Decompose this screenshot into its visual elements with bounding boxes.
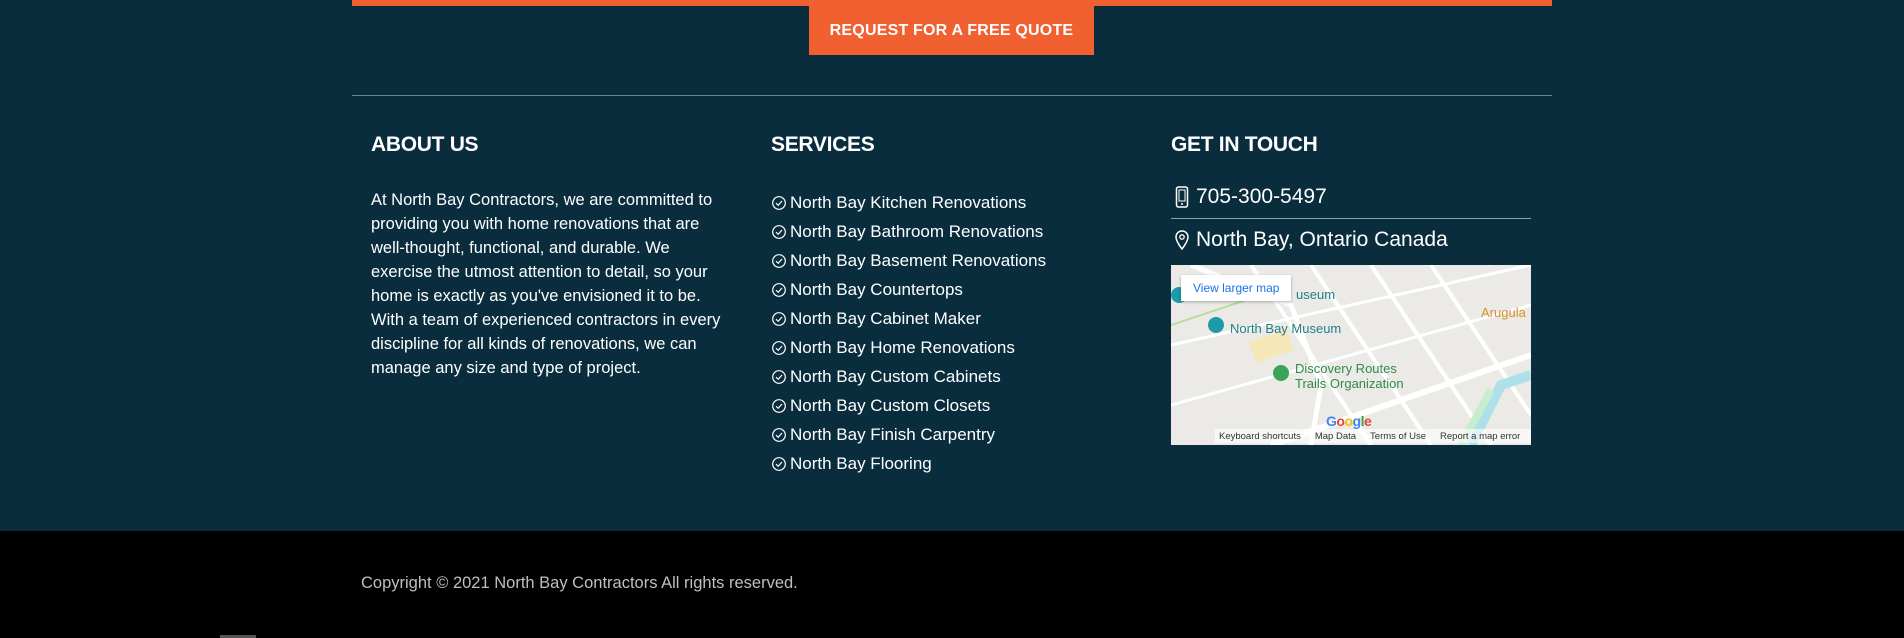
check-circle-icon [772, 253, 786, 268]
divider [352, 95, 1552, 96]
about-text: At North Bay Contractors, we are committ… [371, 191, 721, 377]
about-section: ABOUT US At North Bay Contractors, we ar… [371, 133, 731, 380]
service-link[interactable]: North Bay Bathroom Renovations [771, 217, 1131, 246]
map-pin-icon [1171, 229, 1193, 251]
location-row: North Bay, Ontario Canada [1171, 221, 1531, 259]
map-label-arugula: Arugula [1481, 305, 1526, 320]
check-circle-icon [772, 340, 786, 355]
service-link[interactable]: North Bay Custom Closets [771, 391, 1131, 420]
map-label-discovery-1: Discovery Routes [1295, 361, 1397, 376]
footer-bottom: Copyright © 2021 North Bay Contractors A… [0, 531, 1904, 638]
map-data-link[interactable]: Map Data [1315, 431, 1356, 442]
services-title: SERVICES [771, 133, 875, 156]
map-footer: Keyboard shortcuts Map Data Terms of Use… [1215, 429, 1531, 443]
service-link[interactable]: North Bay Home Renovations [771, 333, 1131, 362]
check-circle-icon [772, 195, 786, 210]
google-logo: Google [1326, 413, 1372, 429]
terms-link[interactable]: Terms of Use [1370, 431, 1426, 442]
services-section: SERVICES North Bay Kitchen Renovations N… [771, 133, 1131, 478]
check-circle-icon [772, 456, 786, 471]
service-link[interactable]: North Bay Basement Renovations [771, 246, 1131, 275]
check-circle-icon [772, 398, 786, 413]
map-label-museum-partial: useum [1296, 287, 1336, 302]
mobile-phone-icon [1171, 186, 1193, 208]
check-circle-icon [772, 369, 786, 384]
service-link[interactable]: North Bay Flooring [771, 449, 1131, 478]
check-circle-icon [772, 224, 786, 239]
check-circle-icon [772, 282, 786, 297]
view-larger-map-link[interactable]: View larger map [1181, 275, 1292, 301]
map-label-discovery-2: Trails Organization [1295, 376, 1404, 391]
footer-upper: REQUEST FOR A FREE QUOTE ABOUT US At Nor… [0, 0, 1904, 531]
report-error-link[interactable]: Report a map error [1440, 431, 1520, 442]
check-circle-icon [772, 311, 786, 326]
check-circle-icon [772, 427, 786, 442]
service-link[interactable]: North Bay Kitchen Renovations [771, 188, 1131, 217]
service-link[interactable]: North Bay Finish Carpentry [771, 420, 1131, 449]
location-text: North Bay, Ontario Canada [1196, 228, 1448, 251]
service-link[interactable]: North Bay Countertops [771, 275, 1131, 304]
keyboard-shortcuts-link[interactable]: Keyboard shortcuts [1219, 431, 1301, 442]
service-link[interactable]: North Bay Cabinet Maker [771, 304, 1131, 333]
contact-title: GET IN TOUCH [1171, 133, 1318, 156]
google-map[interactable]: View larger map useum North Bay Museum D… [1171, 265, 1531, 445]
phone-number: 705-300-5497 [1196, 185, 1327, 208]
map-label-museum: North Bay Museum [1230, 321, 1342, 336]
service-link[interactable]: North Bay Custom Cabinets [771, 362, 1131, 391]
services-list: North Bay Kitchen Renovations North Bay … [771, 188, 1131, 478]
copyright-text: Copyright © 2021 North Bay Contractors A… [361, 574, 798, 592]
request-quote-button[interactable]: REQUEST FOR A FREE QUOTE [809, 6, 1094, 55]
phone-link[interactable]: 705-300-5497 [1171, 178, 1531, 219]
about-title: ABOUT US [371, 133, 479, 156]
contact-section: GET IN TOUCH 705-300-5497 North Bay, Ont… [1171, 133, 1531, 259]
